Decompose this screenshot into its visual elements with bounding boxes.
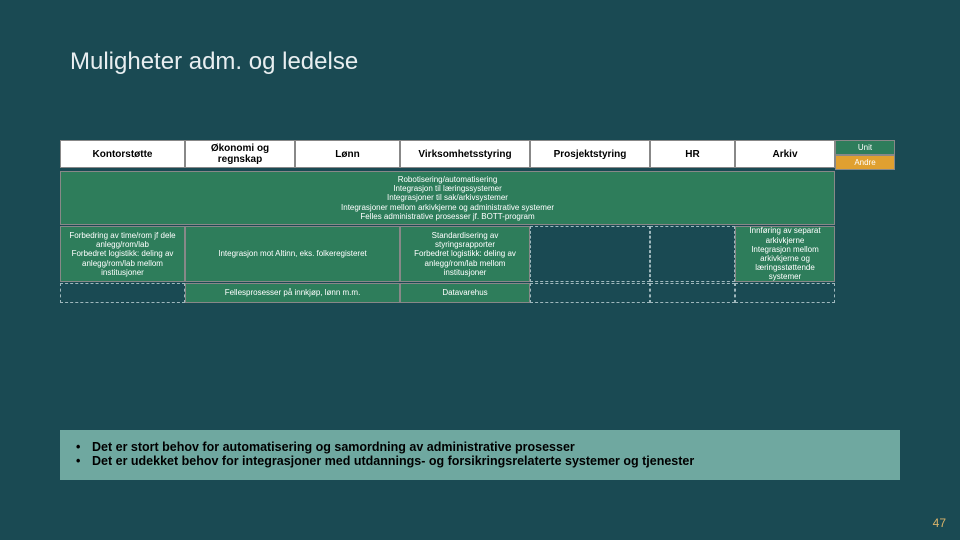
- cell-r3-hr-empty: [650, 283, 735, 303]
- cell-prosjekt-empty: [530, 226, 650, 282]
- page-number: 47: [933, 516, 946, 530]
- header-row: Kontorstøtte Økonomi og regnskap Lønn Vi…: [60, 140, 900, 170]
- capability-table: Kontorstøtte Økonomi og regnskap Lønn Vi…: [60, 140, 900, 303]
- row-2: Forbedring av time/rom jf dele anlegg/ro…: [60, 226, 900, 282]
- summary-item: Det er udekket behov for integrasjoner m…: [74, 454, 886, 468]
- cell-kontorstotte-detail: Forbedring av time/rom jf dele anlegg/ro…: [60, 226, 185, 282]
- cell-r3-fellesprosesser: Fellesprosesser på innkjøp, lønn m.m.: [185, 283, 400, 303]
- hdr-kontorstotte: Kontorstøtte: [60, 140, 185, 168]
- summary-item: Det er stort behov for automatisering og…: [74, 440, 886, 454]
- hdr-prosjekt: Prosjektstyring: [530, 140, 650, 168]
- cell-virksomhet-detail: Standardisering av styringsrapporter For…: [400, 226, 530, 282]
- cell-arkiv-detail: Innføring av separat arkivkjerne Integra…: [735, 226, 835, 282]
- row-3: Fellesprosesser på innkjøp, lønn m.m. Da…: [60, 283, 900, 303]
- hdr-arkiv: Arkiv: [735, 140, 835, 168]
- legend-unit: Unit: [835, 140, 895, 155]
- cell-r3-kontor-empty: [60, 283, 185, 303]
- cell-r3-arkiv-empty: [735, 283, 835, 303]
- cell-r3-prosjekt-empty: [530, 283, 650, 303]
- summary-list: Det er stort behov for automatisering og…: [74, 440, 886, 468]
- hdr-okonomi: Økonomi og regnskap: [185, 140, 295, 168]
- cell-r3-datavarehus: Datavarehus: [400, 283, 530, 303]
- cell-okonomi-lonn-detail: Integrasjon mot Altinn, eks. folkeregist…: [185, 226, 400, 282]
- cell-hr-empty: [650, 226, 735, 282]
- legend: Unit Andre: [835, 140, 895, 170]
- row-full-span: Robotisering/automatisering Integrasjon …: [60, 171, 900, 225]
- hdr-lonn: Lønn: [295, 140, 400, 168]
- hdr-virksomhet: Virksomhetsstyring: [400, 140, 530, 168]
- summary-box: Det er stort behov for automatisering og…: [60, 430, 900, 480]
- hdr-hr: HR: [650, 140, 735, 168]
- legend-andre: Andre: [835, 155, 895, 170]
- page-title: Muligheter adm. og ledelse: [70, 48, 358, 76]
- cell-full-span: Robotisering/automatisering Integrasjon …: [60, 171, 835, 225]
